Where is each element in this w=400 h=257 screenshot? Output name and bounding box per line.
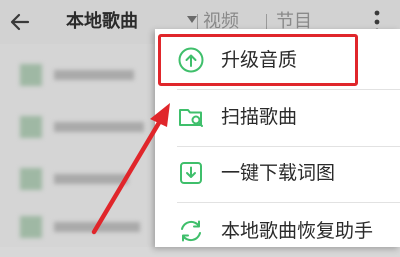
list-item[interactable] (20, 116, 144, 138)
menu-item-label: 本地歌曲恢复助手 (221, 220, 374, 242)
song-thumbnail (20, 64, 42, 86)
list-item[interactable] (20, 216, 140, 238)
highlight-box (158, 34, 358, 86)
menu-item-label: 扫描歌曲 (221, 106, 298, 128)
song-list (0, 44, 170, 247)
restore-icon (181, 220, 201, 242)
list-item[interactable] (20, 64, 140, 86)
song-title-blurred (54, 222, 140, 232)
back-arrow-icon[interactable] (6, 8, 34, 36)
download-lyrics-icon (180, 162, 202, 184)
menu-item-restore-assistant[interactable]: 本地歌曲恢复助手 (155, 203, 400, 257)
song-thumbnail (20, 116, 42, 138)
menu-item-download-lyrics[interactable]: 一键下载词图 (155, 147, 400, 201)
song-title-blurred (54, 70, 134, 80)
menu-item-label: 一键下载词图 (221, 162, 336, 184)
song-title-blurred (54, 122, 144, 132)
song-thumbnail (20, 216, 42, 238)
scan-folder-icon (179, 109, 203, 127)
list-item[interactable] (20, 168, 140, 190)
song-title-blurred (54, 174, 128, 184)
song-thumbnail (20, 168, 42, 190)
menu-item-scan-songs[interactable]: 扫描歌曲 (155, 90, 400, 144)
tab-local-songs[interactable]: 本地歌曲 (66, 10, 138, 34)
